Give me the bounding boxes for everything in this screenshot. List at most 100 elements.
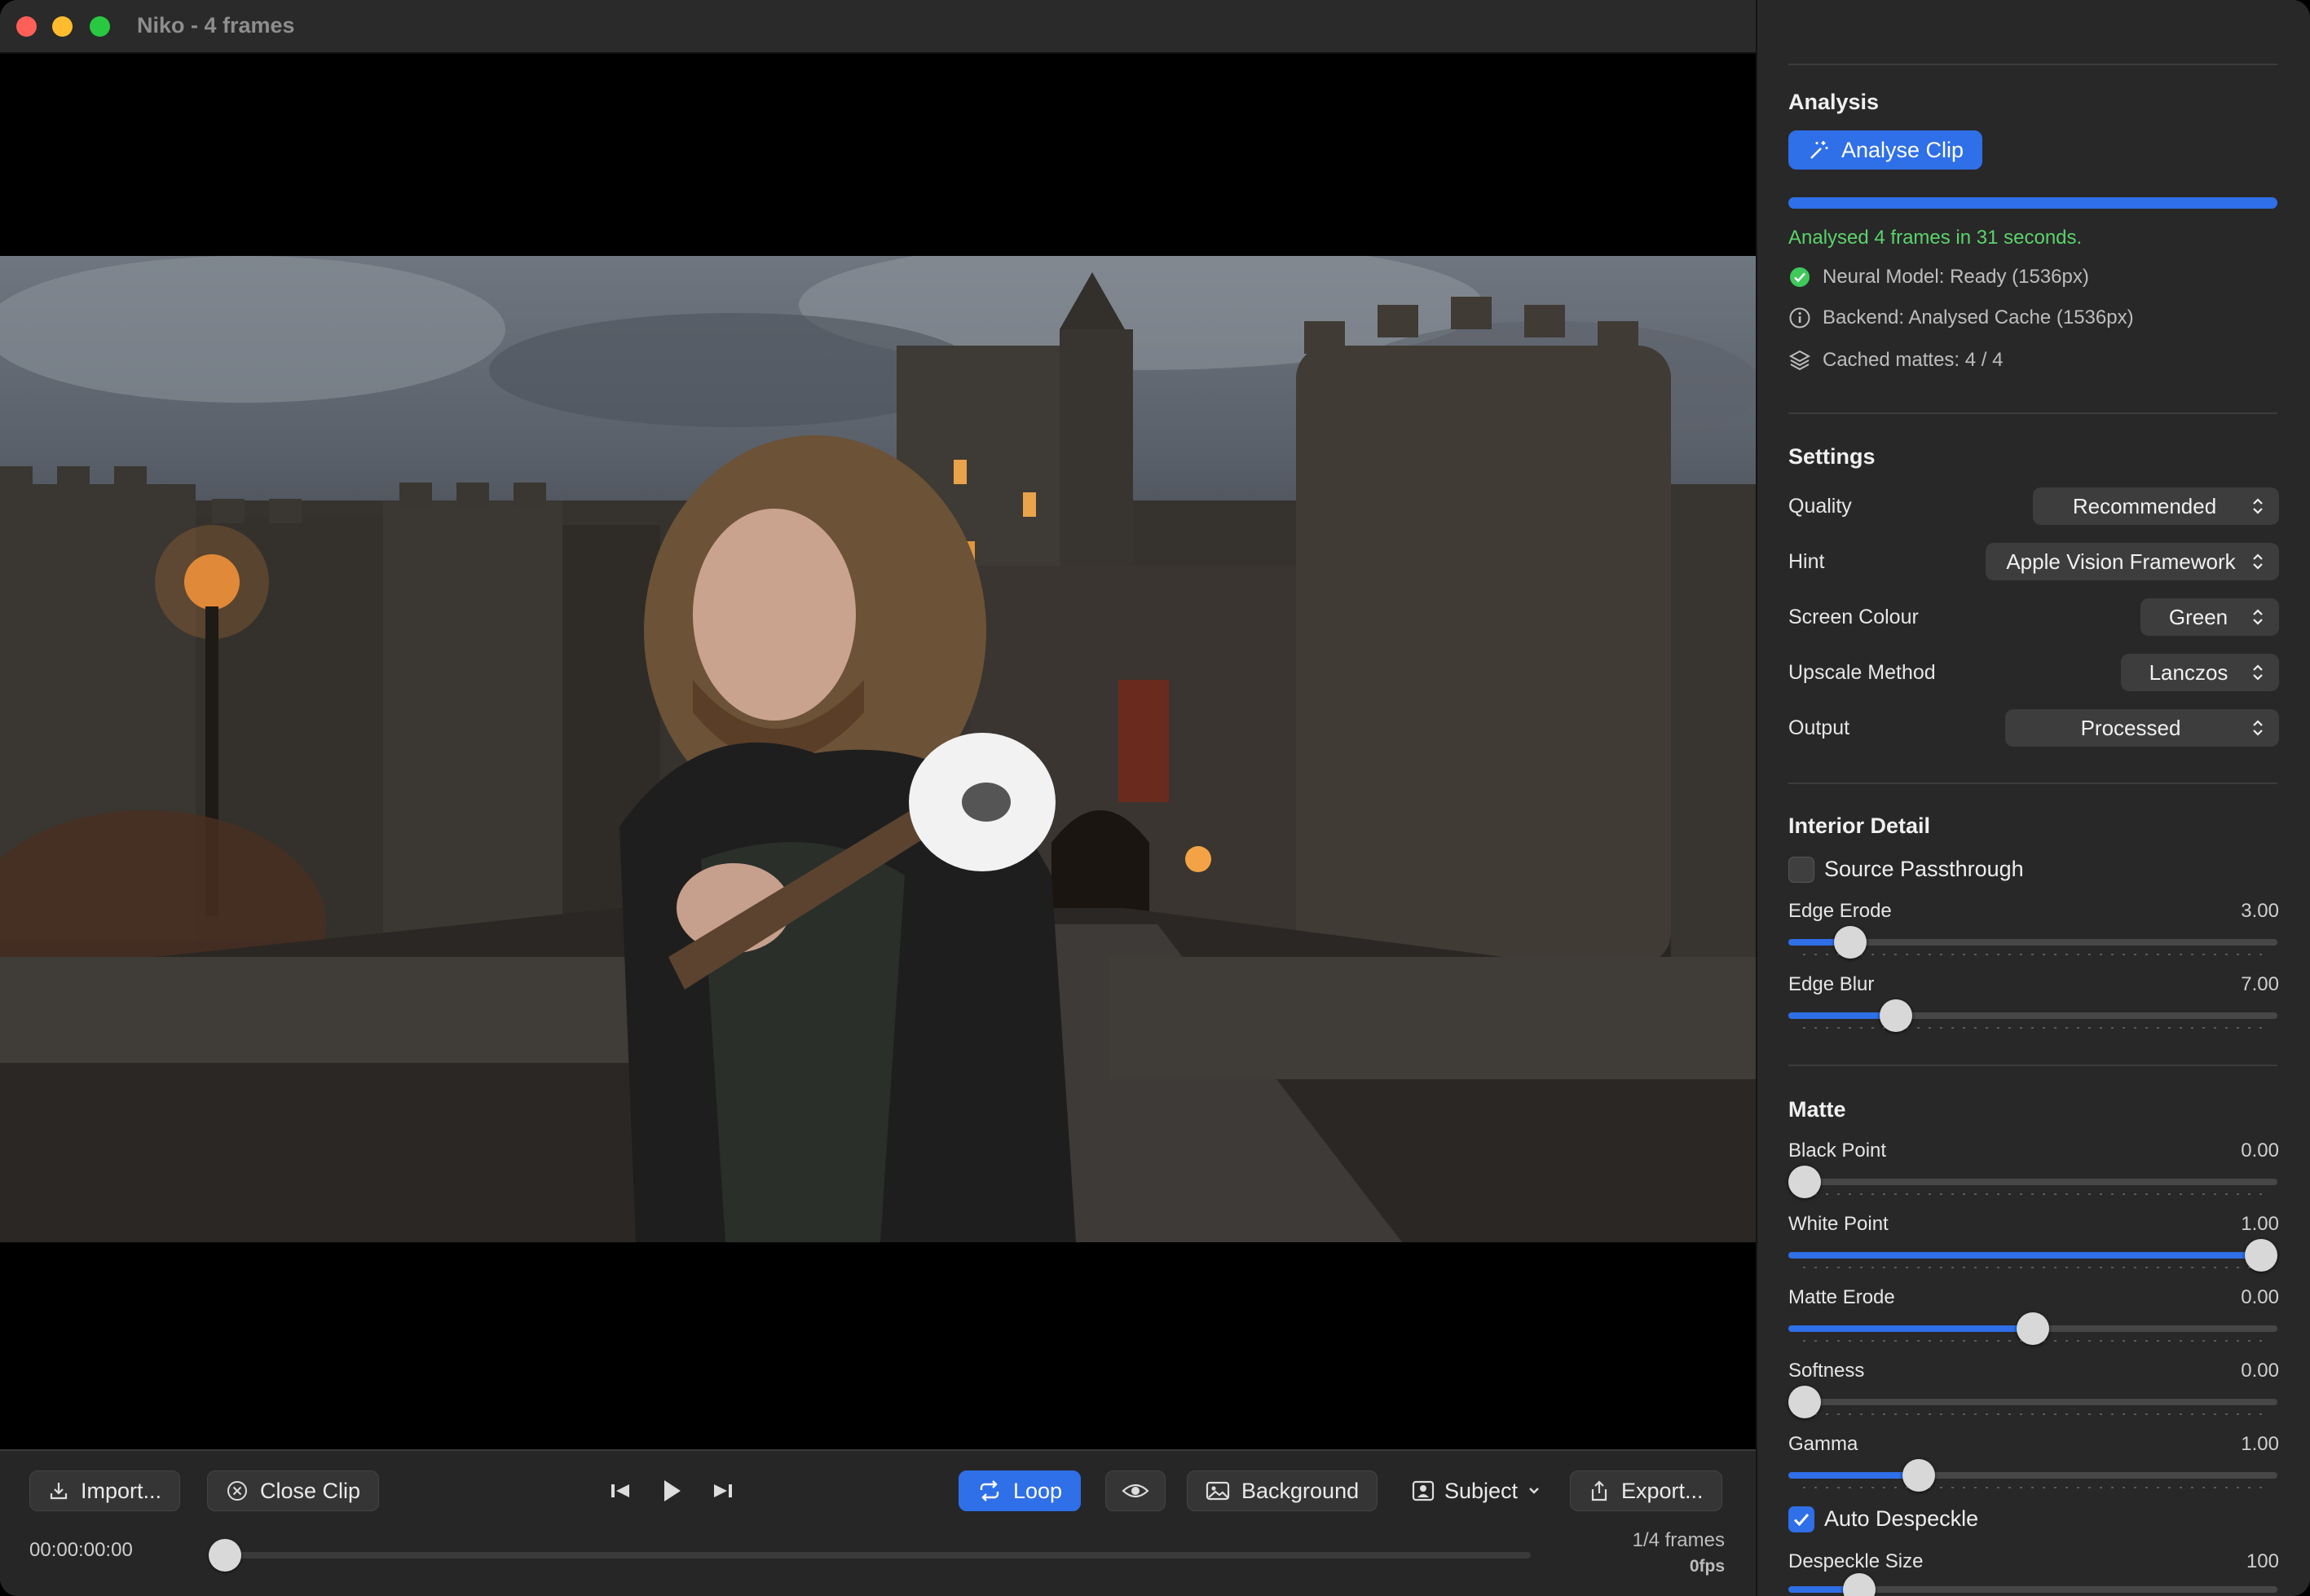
slider-knob[interactable]	[1843, 1573, 1876, 1596]
screen-colour-value: Green	[2168, 604, 2228, 629]
despeckle-size-label: Despeckle Size	[1788, 1550, 1924, 1572]
close-clip-label: Close Clip	[260, 1478, 361, 1503]
title-bar: Niko - 4 frames	[0, 0, 1756, 54]
screen-colour-label: Screen Colour	[1788, 606, 1919, 628]
timeline-playhead[interactable]	[209, 1539, 241, 1572]
up-down-chevron-icon	[2253, 553, 2263, 570]
white-point-value: 1.00	[2241, 1213, 2279, 1235]
slider-ticks	[1803, 1267, 2263, 1268]
app-window: Niko - 4 frames Import... Close Clip Loo…	[0, 0, 2310, 1596]
eye-icon	[1122, 1484, 1149, 1498]
analysis-progress-fill	[1788, 197, 2277, 209]
hint-value: Apple Vision Framework	[2006, 549, 2236, 574]
black-point-slider[interactable]	[1788, 1179, 2277, 1185]
screen-colour-select[interactable]: Green	[2140, 598, 2279, 636]
source-passthrough-checkbox[interactable]	[1788, 857, 1814, 883]
up-down-chevron-icon	[2253, 498, 2263, 514]
divider	[1788, 1065, 2277, 1066]
interior-detail-section-title: Interior Detail	[1788, 813, 1931, 838]
loop-icon	[980, 1480, 999, 1501]
hint-select[interactable]: Apple Vision Framework	[1986, 543, 2279, 580]
background-label: Background	[1241, 1478, 1360, 1503]
edge-erode-label: Edge Erode	[1788, 900, 1892, 922]
white-point-slider[interactable]	[1788, 1252, 2277, 1259]
subject-menu[interactable]: Subject	[1412, 1470, 1541, 1511]
loop-toggle[interactable]: Loop	[959, 1470, 1082, 1511]
previous-frame-button[interactable]	[603, 1470, 639, 1511]
slider-knob[interactable]	[1880, 999, 1912, 1032]
edge-erode-value: 3.00	[2241, 900, 2279, 922]
neural-model-status: Neural Model: Ready (1536px)	[1788, 266, 2089, 289]
info-icon	[1789, 307, 1810, 328]
background-button[interactable]: Background	[1187, 1470, 1378, 1511]
matte-erode-label: Matte Erode	[1788, 1286, 1895, 1308]
play-button[interactable]	[654, 1470, 690, 1511]
checkmark-circle-icon	[1790, 267, 1810, 287]
slider-knob[interactable]	[2245, 1239, 2277, 1272]
slider-fill	[1788, 1472, 1919, 1479]
export-button[interactable]: Export...	[1570, 1470, 1722, 1511]
matte-section-title: Matte	[1788, 1097, 1846, 1122]
black-point-value: 0.00	[2241, 1140, 2279, 1162]
cached-mattes-status: Cached mattes: 4 / 4	[1788, 349, 2003, 372]
slider-fill	[1788, 1252, 2261, 1259]
slider-knob[interactable]	[1902, 1459, 1935, 1492]
edge-blur-label: Edge Blur	[1788, 973, 1875, 995]
softness-value: 0.00	[2241, 1360, 2279, 1382]
divider	[1788, 64, 2277, 65]
chevron-down-icon	[1529, 1488, 1539, 1494]
analyse-clip-button[interactable]: Analyse Clip	[1788, 130, 1983, 170]
gamma-slider[interactable]	[1788, 1472, 2277, 1479]
analysis-progress-bar	[1788, 197, 2277, 209]
import-button[interactable]: Import...	[29, 1470, 181, 1511]
slider-ticks	[1803, 1487, 2263, 1488]
output-select[interactable]: Processed	[2005, 709, 2279, 747]
loop-label: Loop	[1013, 1478, 1063, 1503]
import-label: Import...	[81, 1478, 162, 1503]
close-circle-icon	[227, 1481, 247, 1501]
matte-preview-toggle[interactable]	[1105, 1470, 1166, 1511]
import-icon	[50, 1483, 68, 1500]
upscale-method-label: Upscale Method	[1788, 661, 1936, 684]
slider-fill	[1788, 1325, 2033, 1332]
frame-counter: 1/4 frames	[1632, 1529, 1725, 1551]
up-down-chevron-icon	[2253, 609, 2263, 625]
edge-blur-slider[interactable]	[1788, 1012, 2277, 1019]
auto-despeckle-label: Auto Despeckle	[1824, 1506, 1979, 1531]
timeline-scrubber[interactable]	[210, 1552, 1531, 1559]
stack-layers-icon	[1788, 350, 1811, 371]
slider-ticks	[1803, 1193, 2263, 1195]
fps-readout: 0fps	[1689, 1557, 1725, 1576]
play-icon	[664, 1480, 681, 1501]
slider-knob[interactable]	[2017, 1312, 2049, 1345]
auto-despeckle-checkbox[interactable]	[1788, 1506, 1814, 1532]
close-clip-button[interactable]: Close Clip	[207, 1470, 380, 1511]
analysis-status: Analysed 4 frames in 31 seconds.	[1788, 227, 2083, 249]
slider-ticks	[1803, 1027, 2263, 1029]
close-window-button[interactable]	[16, 16, 37, 37]
white-point-label: White Point	[1788, 1213, 1889, 1235]
quality-label: Quality	[1788, 495, 1852, 518]
slider-knob[interactable]	[1834, 926, 1867, 959]
settings-section-title: Settings	[1788, 444, 1876, 469]
video-viewer[interactable]	[0, 54, 1756, 1449]
upscale-method-value: Lanczos	[2149, 659, 2228, 685]
playback-controls: Import... Close Clip Loop Background Sub…	[0, 1449, 1756, 1596]
slider-ticks	[1803, 954, 2263, 955]
analysis-section-title: Analysis	[1788, 90, 1880, 114]
quality-select[interactable]: Recommended	[2033, 487, 2279, 525]
neural-model-text: Neural Model: Ready (1536px)	[1823, 266, 2089, 288]
upscale-method-select[interactable]: Lanczos	[2121, 654, 2279, 691]
window-title: Niko - 4 frames	[137, 13, 295, 37]
quality-value: Recommended	[2072, 493, 2217, 518]
gamma-value: 1.00	[2241, 1433, 2279, 1455]
softness-slider[interactable]	[1788, 1399, 2277, 1405]
composited-castle-scene-image	[0, 256, 1756, 1242]
slider-knob[interactable]	[1788, 1166, 1821, 1198]
next-frame-button[interactable]	[704, 1470, 740, 1511]
slider-knob[interactable]	[1788, 1386, 1821, 1418]
backend-status: Backend: Analysed Cache (1536px)	[1788, 306, 2134, 329]
minimize-window-button[interactable]	[52, 16, 73, 37]
up-down-chevron-icon	[2253, 664, 2263, 681]
zoom-window-button[interactable]	[90, 16, 110, 37]
